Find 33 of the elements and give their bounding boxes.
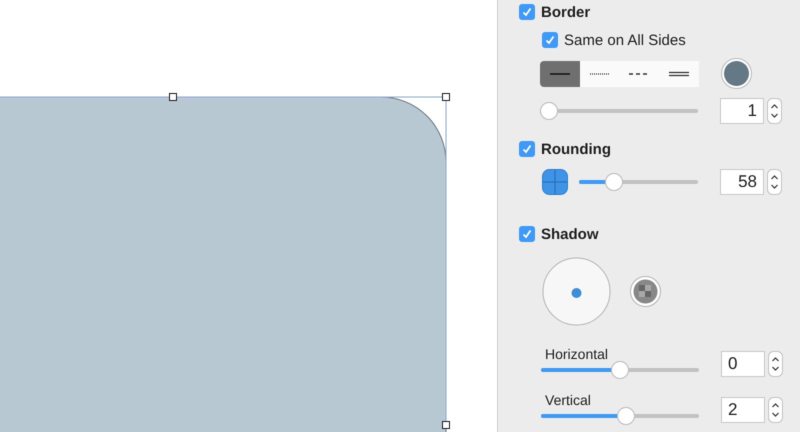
checkbox[interactable] — [542, 32, 558, 48]
line-style-segment[interactable] — [540, 60, 580, 86]
stepper-icon[interactable] — [768, 397, 783, 423]
stepper-icon[interactable] — [767, 169, 782, 195]
checkbox[interactable] — [519, 141, 535, 157]
checkbox[interactable] — [519, 4, 535, 20]
slider-label: Vertical — [545, 392, 592, 409]
checkbox[interactable] — [519, 226, 535, 242]
number-field[interactable]: 58 — [720, 169, 764, 195]
checkmark-icon — [522, 144, 532, 154]
selection-handle[interactable] — [169, 93, 177, 101]
slider[interactable] — [541, 361, 699, 379]
selection-handle[interactable] — [442, 421, 450, 429]
section-title: Shadow — [541, 226, 599, 242]
number-field[interactable]: 2 — [721, 397, 765, 423]
section-title: Border — [541, 4, 590, 20]
slider[interactable] — [579, 173, 698, 191]
slider[interactable] — [540, 102, 698, 120]
checkmark-icon — [522, 229, 532, 239]
selection-handle[interactable] — [442, 93, 450, 101]
stepper-icon[interactable] — [768, 351, 783, 377]
stepper-icon[interactable] — [767, 98, 782, 124]
checkbox-label: Same on All Sides — [564, 32, 686, 48]
slider[interactable] — [541, 407, 699, 425]
line-style-segment[interactable] — [659, 60, 699, 86]
section-title: Rounding — [541, 140, 611, 158]
number-field[interactable]: 0 — [721, 351, 765, 377]
checkmark-icon — [522, 7, 532, 17]
number-field[interactable]: 1 — [720, 98, 764, 124]
shadow-color-well[interactable] — [630, 276, 661, 307]
corner-grid-icon[interactable] — [542, 169, 568, 195]
slider-label: Horizontal — [545, 346, 610, 363]
checkmark-icon — [545, 35, 555, 45]
